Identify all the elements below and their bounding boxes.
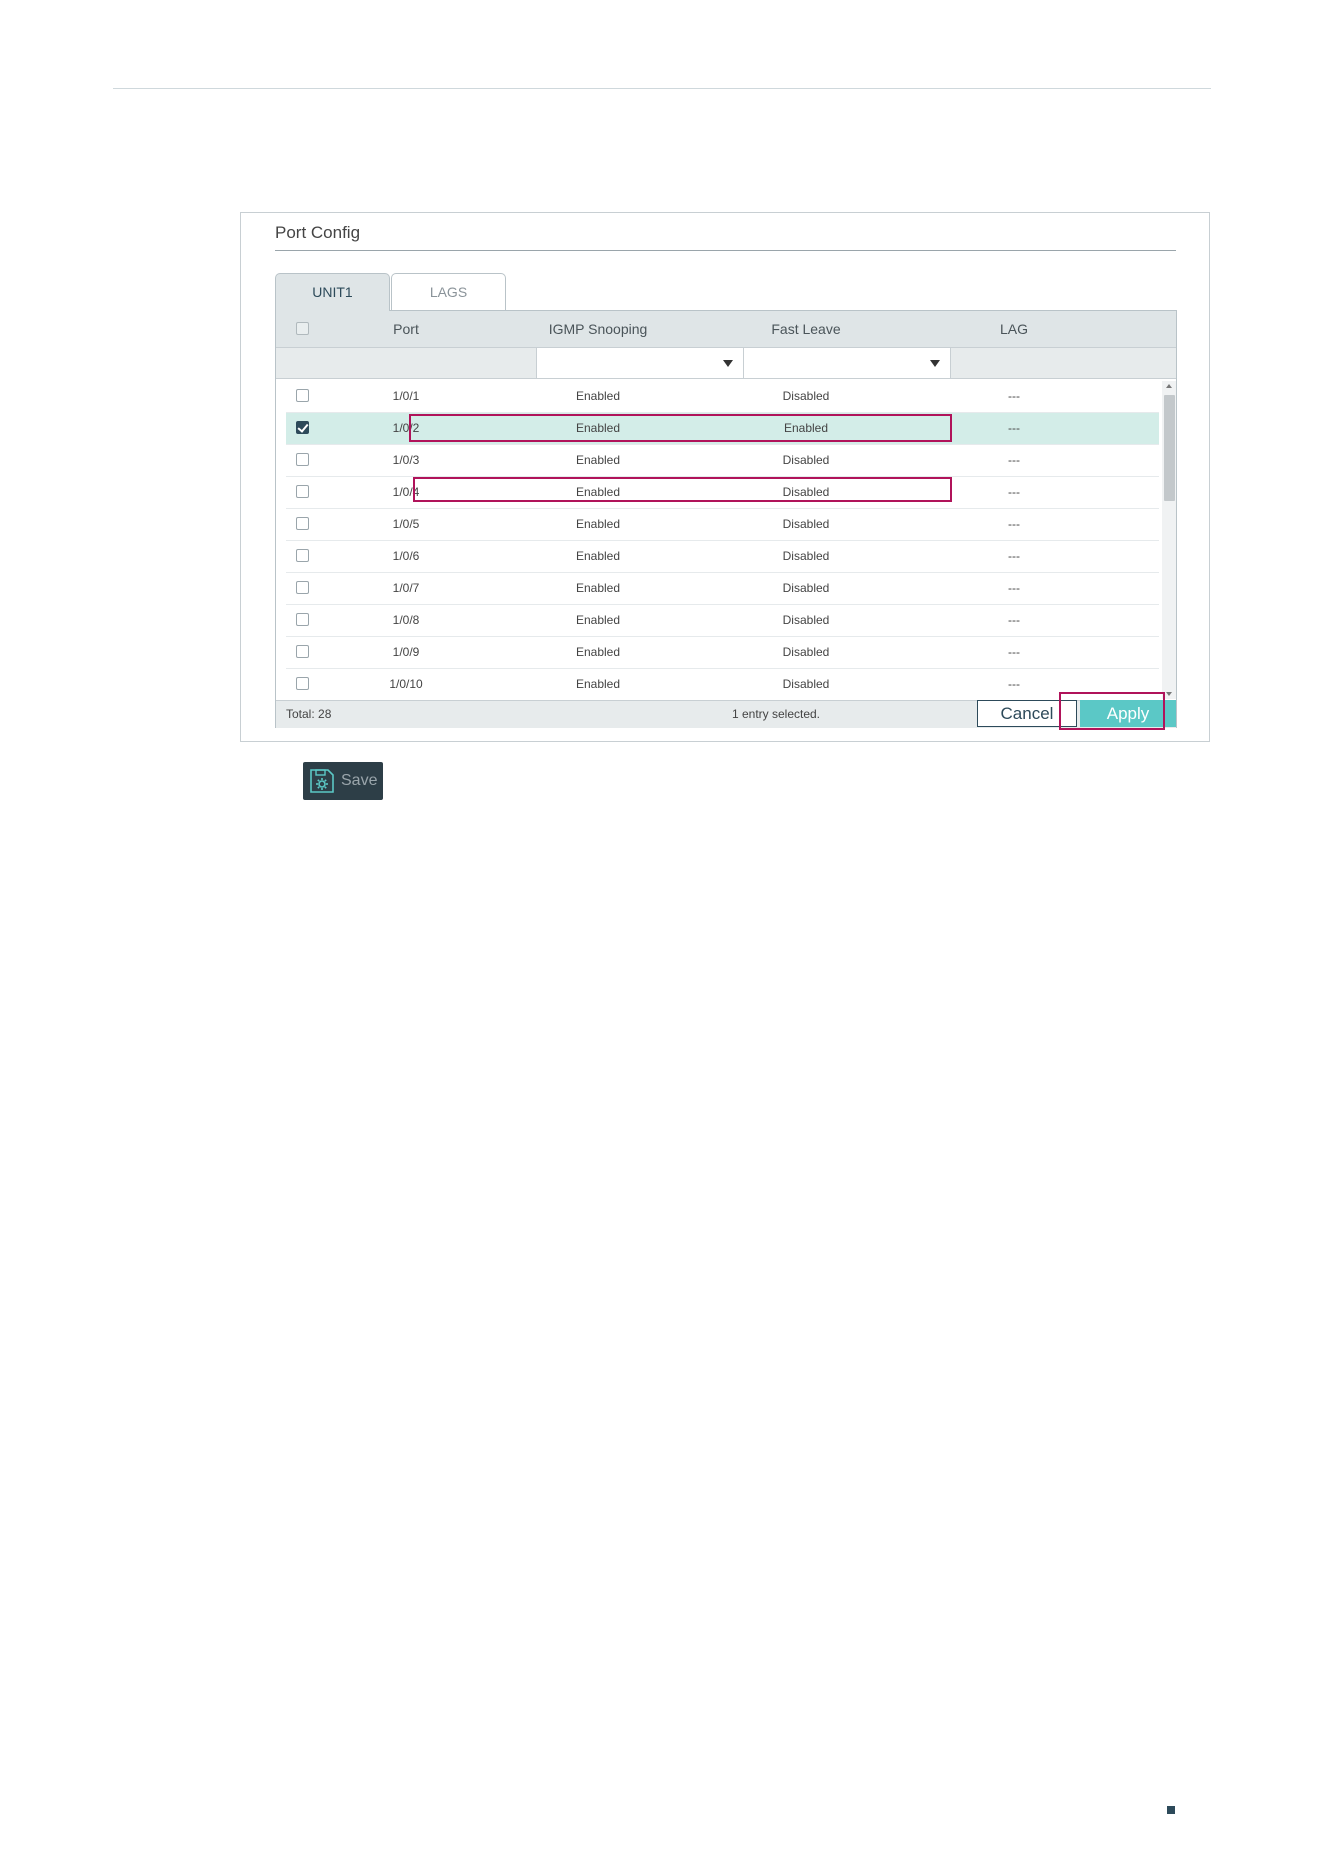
table-row[interactable]: 1/0/7 Enabled Disabled --- bbox=[286, 573, 1159, 605]
select-all-checkbox[interactable] bbox=[296, 322, 309, 335]
cell-fast-leave: Disabled bbox=[782, 549, 830, 563]
cell-lag: --- bbox=[1008, 581, 1020, 595]
cell-igmp-snooping: Enabled bbox=[575, 517, 621, 531]
cell-fast-leave: Enabled bbox=[783, 421, 829, 435]
cell-igmp-snooping: Enabled bbox=[575, 421, 621, 435]
cell-igmp-snooping: Enabled bbox=[575, 677, 621, 691]
cell-port: 1/0/6 bbox=[392, 549, 420, 563]
cell-port: 1/0/9 bbox=[392, 645, 420, 659]
cell-igmp-snooping: Enabled bbox=[575, 645, 621, 659]
row-checkbox[interactable] bbox=[296, 645, 309, 658]
cell-fast-leave: Disabled bbox=[782, 613, 830, 627]
cell-fast-leave: Disabled bbox=[782, 581, 830, 595]
save-gear-icon bbox=[310, 769, 334, 793]
row-checkbox[interactable] bbox=[296, 613, 309, 626]
cell-fast-leave: Disabled bbox=[782, 485, 830, 499]
row-checkbox[interactable] bbox=[296, 421, 309, 434]
cell-port: 1/0/8 bbox=[392, 613, 420, 627]
cell-fast-leave: Disabled bbox=[782, 517, 830, 531]
cell-fast-leave: Disabled bbox=[782, 677, 830, 691]
cell-port: 1/0/3 bbox=[392, 453, 420, 467]
table-row[interactable]: 1/0/3 Enabled Disabled --- bbox=[286, 445, 1159, 477]
port-config-panel: Port Config UNIT1 LAGS Port IGMP Snoopin… bbox=[240, 212, 1210, 742]
column-header-fast-leave: Fast Leave bbox=[771, 321, 841, 337]
column-header-lag: LAG bbox=[999, 321, 1028, 337]
table-row[interactable]: 1/0/4 Enabled Disabled --- bbox=[286, 477, 1159, 509]
save-button[interactable]: Save bbox=[303, 762, 383, 800]
chevron-down-icon bbox=[930, 360, 940, 367]
cell-port: 1/0/10 bbox=[389, 677, 423, 691]
chevron-down-icon bbox=[723, 360, 733, 367]
column-header-igmp-snooping: IGMP Snooping bbox=[548, 321, 648, 337]
table-footer: Total: 28 1 entry selected. Cancel Apply bbox=[276, 700, 1176, 728]
selection-status: 1 entry selected. bbox=[731, 707, 821, 721]
cell-port: 1/0/5 bbox=[392, 517, 420, 531]
tab-unit1[interactable]: UNIT1 bbox=[275, 273, 390, 311]
save-button-label: Save bbox=[341, 772, 378, 789]
cell-igmp-snooping: Enabled bbox=[575, 549, 621, 563]
table-row[interactable]: 1/0/1 Enabled Disabled --- bbox=[286, 381, 1159, 413]
cell-lag: --- bbox=[1008, 517, 1020, 531]
cell-igmp-snooping: Enabled bbox=[575, 389, 621, 403]
cell-lag: --- bbox=[1008, 645, 1020, 659]
scroll-up-icon[interactable] bbox=[1166, 384, 1172, 388]
row-checkbox[interactable] bbox=[296, 677, 309, 690]
cell-lag: --- bbox=[1008, 549, 1020, 563]
cell-port: 1/0/2 bbox=[392, 421, 420, 435]
row-checkbox[interactable] bbox=[296, 389, 309, 402]
panel-title-divider bbox=[275, 250, 1176, 251]
cell-fast-leave: Disabled bbox=[782, 389, 830, 403]
cell-igmp-snooping: Enabled bbox=[575, 453, 621, 467]
row-checkbox[interactable] bbox=[296, 485, 309, 498]
table-row[interactable]: 1/0/5 Enabled Disabled --- bbox=[286, 509, 1159, 541]
row-checkbox[interactable] bbox=[296, 581, 309, 594]
table-row[interactable]: 1/0/6 Enabled Disabled --- bbox=[286, 541, 1159, 573]
page-marker bbox=[1167, 1806, 1175, 1814]
cell-igmp-snooping: Enabled bbox=[575, 581, 621, 595]
table-header: Port IGMP Snooping Fast Leave LAG bbox=[276, 311, 1176, 348]
cell-igmp-snooping: Enabled bbox=[575, 613, 621, 627]
cell-port: 1/0/4 bbox=[392, 485, 420, 499]
scrollbar-thumb[interactable] bbox=[1164, 395, 1175, 501]
highlight-box-apply bbox=[1059, 692, 1165, 730]
table-row[interactable]: 1/0/8 Enabled Disabled --- bbox=[286, 605, 1159, 637]
table-row[interactable]: 1/0/2 Enabled Enabled --- bbox=[286, 413, 1159, 445]
cell-port: 1/0/7 bbox=[392, 581, 420, 595]
table-body: 1/0/1 Enabled Disabled --- 1/0/2 Enabled Enabl… bbox=[286, 381, 1159, 699]
row-checkbox[interactable] bbox=[296, 549, 309, 562]
total-count: Total: 28 bbox=[286, 707, 332, 721]
cell-lag: --- bbox=[1008, 453, 1020, 467]
cell-lag: --- bbox=[1008, 613, 1020, 627]
igmp-snooping-filter-select[interactable] bbox=[536, 348, 744, 378]
port-table: Port IGMP Snooping Fast Leave LAG 1/0/1 E… bbox=[275, 310, 1177, 728]
row-checkbox[interactable] bbox=[296, 453, 309, 466]
row-checkbox[interactable] bbox=[296, 517, 309, 530]
cell-lag: --- bbox=[1008, 485, 1020, 499]
cell-fast-leave: Disabled bbox=[782, 453, 830, 467]
table-row[interactable]: 1/0/9 Enabled Disabled --- bbox=[286, 637, 1159, 669]
fast-leave-filter-select[interactable] bbox=[743, 348, 951, 378]
cell-lag: --- bbox=[1008, 389, 1020, 403]
cell-igmp-snooping: Enabled bbox=[575, 485, 621, 499]
table-row[interactable]: 1/0/10 Enabled Disabled --- bbox=[286, 669, 1159, 699]
panel-title: Port Config bbox=[275, 223, 361, 242]
scroll-down-icon[interactable] bbox=[1166, 692, 1172, 696]
cell-lag: --- bbox=[1008, 421, 1020, 435]
cell-fast-leave: Disabled bbox=[782, 645, 830, 659]
table-scrollbar[interactable] bbox=[1162, 381, 1176, 699]
cell-port: 1/0/1 bbox=[392, 389, 420, 403]
tab-lags[interactable]: LAGS bbox=[391, 273, 506, 310]
filter-row bbox=[276, 348, 1176, 379]
page-top-rule bbox=[113, 88, 1211, 89]
column-header-port: Port bbox=[393, 321, 419, 337]
